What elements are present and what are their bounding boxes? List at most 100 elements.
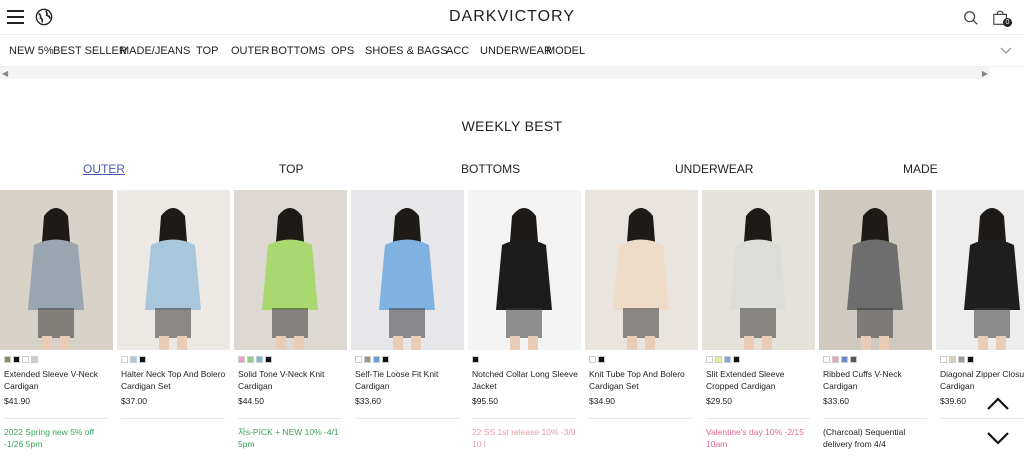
color-swatch (121, 356, 128, 363)
color-swatch (247, 356, 254, 363)
product-price: $95.50 (472, 396, 498, 406)
color-swatch (265, 356, 272, 363)
product-price: $34.90 (589, 396, 615, 406)
color-swatch (733, 356, 740, 363)
scroll-down-icon[interactable] (986, 430, 1010, 446)
color-swatch (373, 356, 380, 363)
product-card[interactable]: Self-Tie Loose Fit Knit Cardigan $33.60 (351, 190, 464, 419)
nav-item-top[interactable]: TOP (196, 45, 218, 57)
color-swatch (382, 356, 389, 363)
product-promo: 22 SS 1st release 10% -3/9 10 l (472, 427, 576, 449)
product-name[interactable]: Slit Extended Sleeve Cropped Cardigan (706, 368, 816, 392)
search-icon[interactable] (962, 9, 980, 27)
product-image[interactable] (585, 190, 698, 350)
color-swatches (238, 356, 272, 363)
category-nav: NEW 5% BEST SELLER MADE/JEANS TOP OUTER BOTTO… (0, 35, 1024, 67)
cart-button[interactable]: 0 (992, 9, 1012, 27)
product-card[interactable]: Diagonal Zipper Closure Cardigan $39.60 (936, 190, 1024, 419)
color-swatch (13, 356, 20, 363)
divider (706, 418, 810, 419)
scroll-right-icon[interactable]: ▶ (982, 69, 988, 78)
color-swatch (4, 356, 11, 363)
product-name[interactable]: Knit Tube Top And Bolero Cardigan Set (589, 368, 699, 392)
nav-item-acc[interactable]: ACC (446, 45, 469, 57)
product-price: $39.60 (940, 396, 966, 406)
scroll-left-icon[interactable]: ◀ (2, 69, 8, 78)
top-header: DARKVICTORY 0 (0, 0, 1024, 35)
product-price: $41.90 (4, 396, 30, 406)
product-card[interactable]: Notched Collar Long Sleeve Jacket $95.50 2… (468, 190, 581, 449)
product-promo: Valentine's day 10% -2/15 10am (706, 427, 804, 449)
product-promo: (Charcoal) Sequential delivery from 4/4 (823, 427, 906, 449)
product-promo: 자s-PICK + NEW 10% -4/1 5pm (238, 427, 339, 449)
product-name[interactable]: Halter Neck Top And Bolero Cardigan Set (121, 368, 231, 392)
chevron-down-icon[interactable] (1000, 44, 1012, 56)
nav-item-outer[interactable]: OUTER (231, 45, 270, 57)
product-card[interactable]: Ribbed Cuffs V-Neck Cardigan $33.60 (Charc… (819, 190, 932, 449)
product-image[interactable] (936, 190, 1024, 350)
cart-count-badge: 0 (1003, 18, 1012, 27)
divider (589, 418, 693, 419)
product-name[interactable]: Solid Tone V-Neck Knit Cardigan (238, 368, 348, 392)
color-swatches (940, 356, 974, 363)
color-swatches (4, 356, 38, 363)
product-name[interactable]: Extended Sleeve V-Neck Cardigan (4, 368, 114, 392)
color-swatch (724, 356, 731, 363)
color-swatch (949, 356, 956, 363)
product-card[interactable]: Knit Tube Top And Bolero Cardigan Set $34… (585, 190, 698, 419)
tab-bottoms[interactable]: BOTTOMS (461, 162, 520, 176)
color-swatch (715, 356, 722, 363)
horizontal-scrollbar[interactable]: ◀ ▶ (0, 67, 990, 79)
nav-item-best-seller[interactable]: BEST SELLER (53, 45, 127, 57)
scroll-up-icon[interactable] (986, 396, 1010, 412)
color-swatches (121, 356, 146, 363)
color-swatch (841, 356, 848, 363)
product-price: $33.60 (823, 396, 849, 406)
product-name[interactable]: Self-Tie Loose Fit Knit Cardigan (355, 368, 465, 392)
tab-made[interactable]: MADE (903, 162, 938, 176)
product-image[interactable] (117, 190, 230, 350)
brand-logo[interactable]: DARKVICTORY (0, 8, 1024, 26)
product-image[interactable] (819, 190, 932, 350)
nav-item-new-5[interactable]: NEW 5% (9, 45, 54, 57)
tab-top[interactable]: TOP (279, 162, 303, 176)
product-name[interactable]: Diagonal Zipper Closure Cardigan (940, 368, 1024, 392)
product-image[interactable] (468, 190, 581, 350)
product-name[interactable]: Notched Collar Long Sleeve Jacket (472, 368, 582, 392)
section-title: WEEKLY BEST (461, 118, 563, 134)
product-card[interactable]: Extended Sleeve V-Neck Cardigan $41.90 202… (0, 190, 113, 449)
product-image[interactable] (234, 190, 347, 350)
nav-item-model[interactable]: MODEL (546, 45, 585, 57)
product-card[interactable]: Halter Neck Top And Bolero Cardigan Set $… (117, 190, 230, 419)
color-swatch (238, 356, 245, 363)
color-swatch (958, 356, 965, 363)
product-card[interactable]: Solid Tone V-Neck Knit Cardigan $44.50 자s-… (234, 190, 347, 449)
color-swatch (589, 356, 596, 363)
color-swatch (940, 356, 947, 363)
color-swatch (355, 356, 362, 363)
color-swatch (832, 356, 839, 363)
tab-outer[interactable]: OUTER (83, 162, 125, 176)
nav-item-made-jeans[interactable]: MADE/JEANS (120, 45, 190, 57)
color-swatches (355, 356, 389, 363)
color-swatch (706, 356, 713, 363)
nav-item-shoes-bags[interactable]: SHOES & BAGS (365, 45, 448, 57)
color-swatch (364, 356, 371, 363)
product-image[interactable] (0, 190, 113, 350)
product-price: $29.50 (706, 396, 732, 406)
product-image[interactable] (702, 190, 815, 350)
color-swatch (472, 356, 479, 363)
color-swatches (472, 356, 479, 363)
color-swatch (130, 356, 137, 363)
product-name[interactable]: Ribbed Cuffs V-Neck Cardigan (823, 368, 933, 392)
divider (121, 418, 225, 419)
nav-item-bottoms[interactable]: BOTTOMS (271, 45, 325, 57)
color-swatches (589, 356, 605, 363)
nav-item-underwear[interactable]: UNDERWEAR (480, 45, 552, 57)
nav-item-ops[interactable]: OPS (331, 45, 354, 57)
color-swatch (31, 356, 38, 363)
tab-underwear[interactable]: UNDERWEAR (675, 162, 753, 176)
product-price: $33.60 (355, 396, 381, 406)
product-card[interactable]: Slit Extended Sleeve Cropped Cardigan $29… (702, 190, 815, 449)
product-image[interactable] (351, 190, 464, 350)
